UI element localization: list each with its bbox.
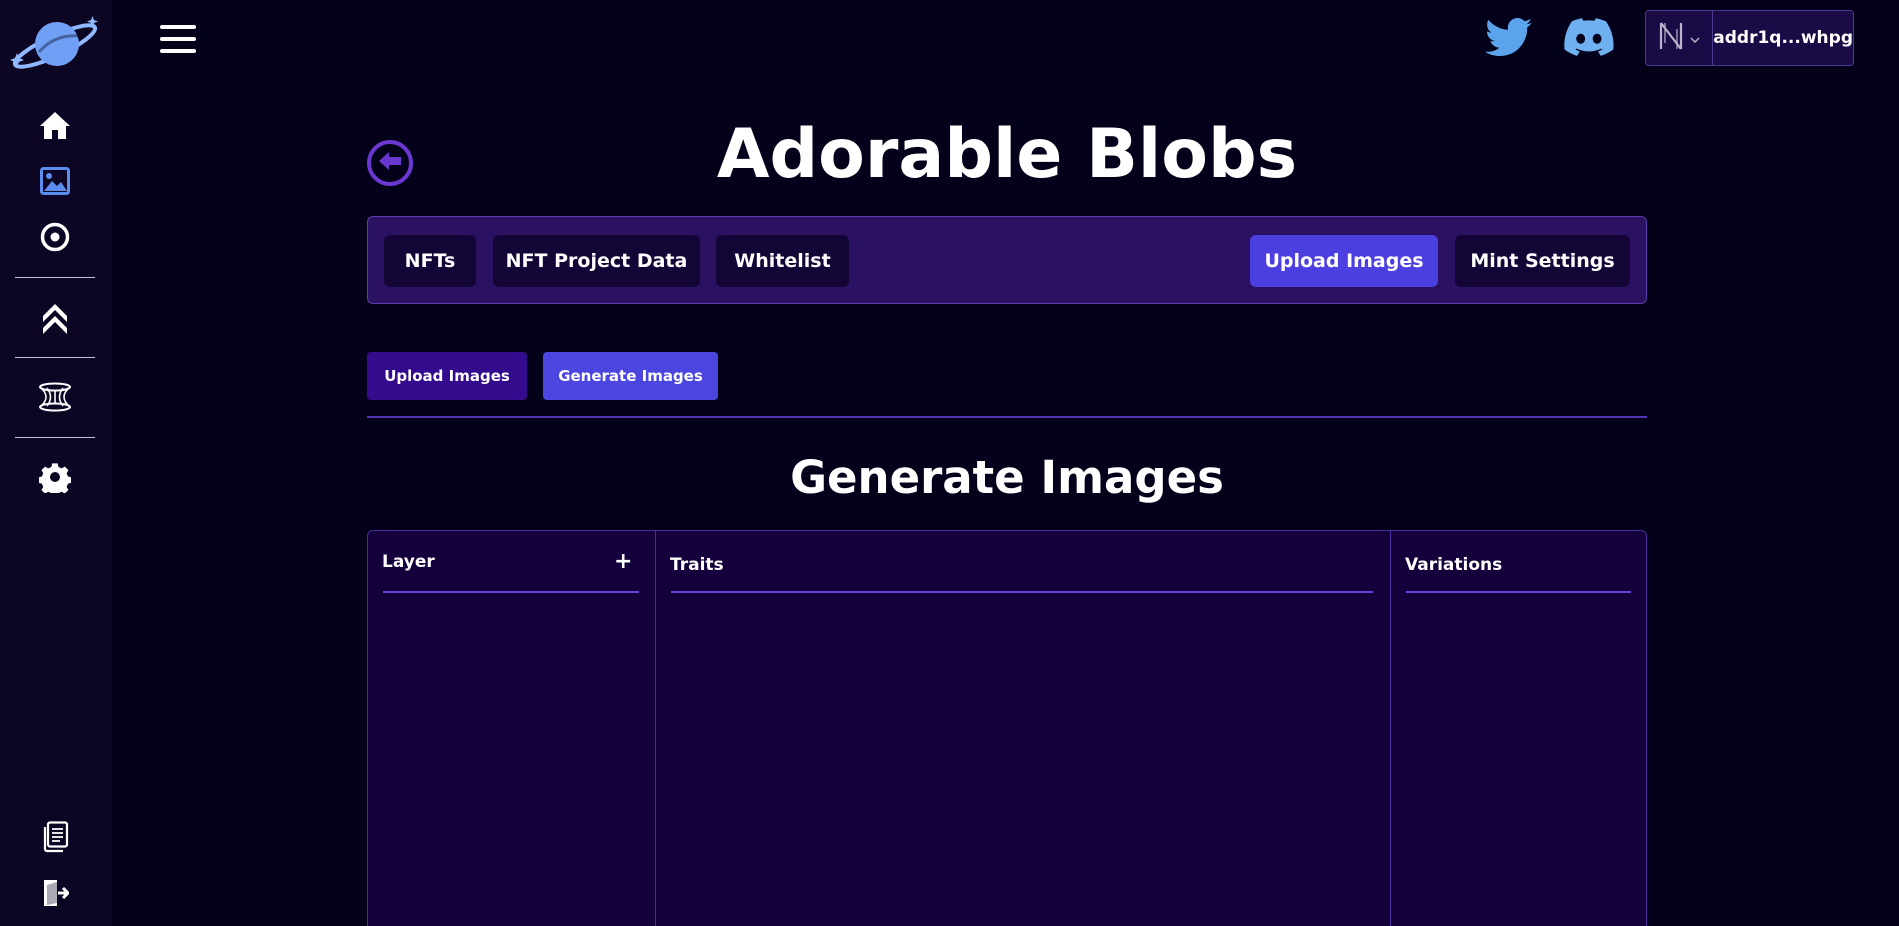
project-tab-bar: NFTs NFT Project Data Whitelist Upload I… [367,216,1647,304]
traits-header-underline [671,591,1373,593]
tab-mint-settings[interactable]: Mint Settings [1455,235,1630,287]
tab-whitelist[interactable]: Whitelist [716,235,849,287]
documents-icon[interactable] [32,817,77,857]
layer-header: Layer [382,552,435,572]
wallet-button[interactable]: addr1q...whpg [1645,10,1854,66]
logout-icon[interactable] [32,873,77,913]
section-title: Generate Images [790,451,1224,504]
sidebar-divider [15,437,95,438]
hamburger-menu-icon[interactable] [158,22,198,56]
compass-icon[interactable] [32,217,77,257]
tab-upload-images[interactable]: Upload Images [1250,235,1438,287]
generator-panel: Layer + Traits Variations [367,530,1647,926]
discord-icon[interactable] [1563,16,1615,60]
tab-nft-project-data[interactable]: NFT Project Data [493,235,700,287]
layer-header-underline [383,591,639,593]
traits-header: Traits [670,555,724,575]
generate-images-button[interactable]: Generate Images [543,352,718,400]
planet-logo-icon[interactable] [9,14,101,74]
chevrons-up-icon[interactable] [32,297,77,337]
tornado-icon[interactable] [32,377,77,417]
upload-images-button[interactable]: Upload Images [367,352,527,400]
sidebar [0,0,112,926]
layer-column: Layer + [368,531,655,926]
tab-nfts[interactable]: NFTs [384,235,476,287]
network-icon [1658,21,1684,55]
add-layer-button[interactable]: + [614,551,632,573]
page-title: Adorable Blobs [716,115,1298,194]
image-icon[interactable] [32,161,77,201]
variations-header: Variations [1405,555,1503,575]
network-selector[interactable] [1646,11,1714,65]
variations-column: Variations [1391,531,1647,926]
variations-header-underline [1406,591,1631,593]
wallet-address: addr1q...whpg [1713,28,1853,48]
section-divider [367,416,1647,418]
sidebar-divider [15,277,95,278]
home-icon[interactable] [32,105,77,145]
chevron-down-icon [1690,29,1700,48]
sidebar-divider [15,357,95,358]
twitter-icon[interactable] [1483,16,1535,60]
gear-icon[interactable] [32,457,77,497]
